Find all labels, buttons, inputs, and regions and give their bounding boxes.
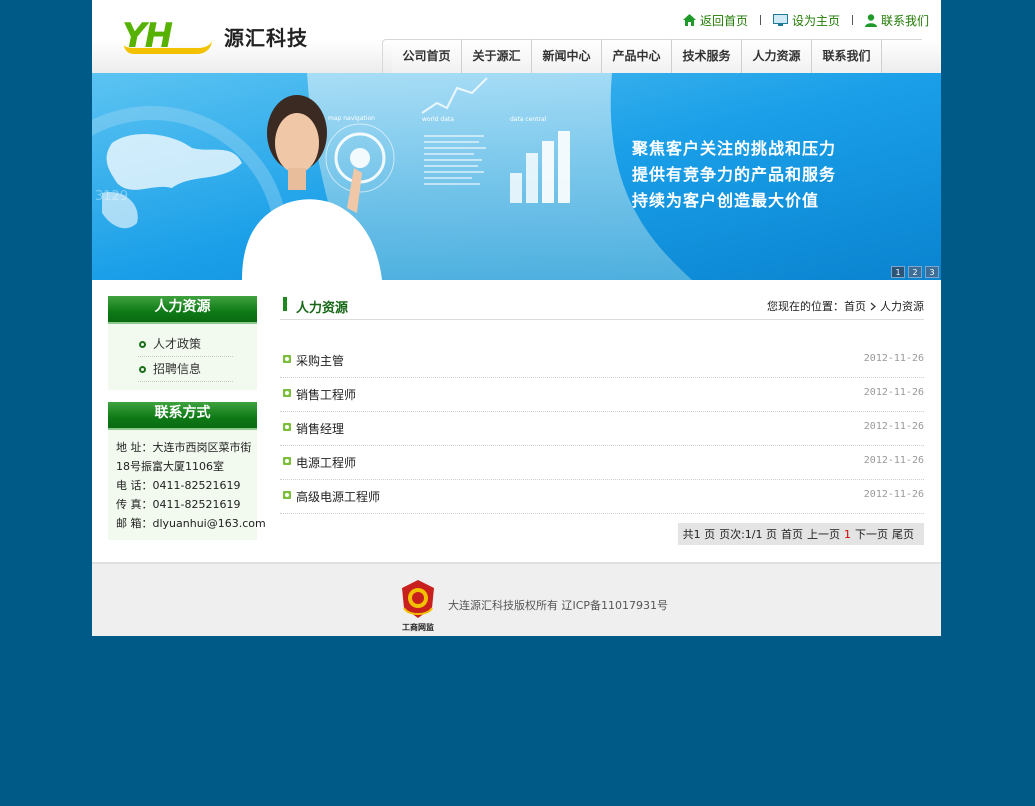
bullet-icon: [283, 355, 291, 363]
breadcrumb-home[interactable]: 首页: [844, 298, 866, 314]
nav-edge: [882, 39, 922, 73]
set-homepage-link[interactable]: 设为主页: [772, 12, 840, 29]
page-container: YH 源汇科技 返回首页 设为主页 联系我们 公司首页 关于源汇 新闻中心 产品…: [92, 0, 941, 636]
contact-address: 地 址：大连市西岗区菜市街: [116, 441, 252, 454]
nav-item-contact[interactable]: 联系我们: [812, 39, 882, 73]
list-item[interactable]: 采购主管 2012-11-26: [280, 344, 924, 378]
contact-phone: 电 话：0411-82521619: [116, 479, 241, 492]
badge-label: 工商网监: [402, 623, 434, 632]
bullet-icon: [139, 366, 146, 373]
user-icon: [864, 13, 877, 27]
list-item[interactable]: 销售工程师 2012-11-26: [280, 378, 924, 412]
sidebar-item-talent-policy[interactable]: 人才政策: [138, 332, 233, 357]
bullet-icon: [283, 423, 291, 431]
list-item-date: 2012-11-26: [863, 455, 924, 466]
breadcrumb-current: 人力资源: [880, 300, 924, 313]
pagination: 共1 页 页次:1/1 页 首页 上一页 1 下一页 尾页: [678, 523, 924, 545]
pager-next-link[interactable]: 下一页: [855, 526, 888, 542]
emblem-icon: [402, 580, 434, 618]
pager-pages: 页次:1/1 页: [719, 528, 777, 541]
list-item-date: 2012-11-26: [863, 489, 924, 500]
list-item[interactable]: 电源工程师 2012-11-26: [280, 446, 924, 480]
banner-slogan: 聚焦客户关注的挑战和压力: [632, 139, 837, 158]
bullet-icon: [283, 389, 291, 397]
list-item-title: 采购主管: [296, 354, 345, 368]
main-content: 人力资源 您现在的位置： 首页 人力资源 采购主管 2012-11-26 销售工…: [280, 296, 924, 545]
business-monitor-badge[interactable]: 工商网监: [398, 578, 438, 634]
list-item-title: 高级电源工程师: [296, 490, 381, 504]
banner-world-label: world data: [422, 116, 454, 123]
chevron-right-icon: [870, 302, 876, 310]
banner-slogan: 持续为客户创造最大价值: [632, 191, 820, 210]
nav-item-news[interactable]: 新闻中心: [532, 39, 602, 73]
pager-current-page: 1: [844, 527, 851, 541]
nav-item-about[interactable]: 关于源汇: [462, 39, 532, 73]
top-links: 返回首页 设为主页 联系我们: [682, 12, 929, 29]
list-item-date: 2012-11-26: [863, 387, 924, 398]
banner-pagination: 1 2 3: [888, 266, 939, 278]
nav-edge: [382, 39, 392, 73]
banner-slogan: 提供有竞争力的产品和服务: [632, 165, 837, 184]
logo[interactable]: YH 源汇科技: [122, 16, 312, 56]
bullet-icon: [283, 491, 291, 499]
nav-item-products[interactable]: 产品中心: [602, 39, 672, 73]
banner-dot-3[interactable]: 3: [925, 266, 939, 278]
title-marker: [283, 297, 287, 311]
banner-dot-2[interactable]: 2: [908, 266, 922, 278]
list-item-title: 销售经理: [296, 422, 345, 436]
monitor-icon: [772, 14, 788, 26]
set-homepage-label: 设为主页: [791, 13, 840, 28]
sidebar-contact-title: 联系方式: [108, 402, 257, 430]
sidebar-item-label: 招聘信息: [153, 362, 202, 376]
banner-map-label: map navigation: [328, 115, 375, 122]
top-link-divider: [851, 15, 853, 25]
sidebar-item-recruitment[interactable]: 招聘信息: [138, 357, 233, 382]
bullet-icon: [283, 457, 291, 465]
logo-letters: YH: [122, 16, 173, 56]
logo-name: 源汇科技: [224, 26, 308, 50]
list-item-title: 电源工程师: [296, 456, 357, 470]
sidebar-hr-links: 人才政策 招聘信息: [108, 324, 257, 390]
nav-item-services[interactable]: 技术服务: [672, 39, 742, 73]
nav-item-hr[interactable]: 人力资源: [742, 39, 812, 73]
main-header: 人力资源 您现在的位置： 首页 人力资源: [280, 296, 924, 320]
bullet-icon: [139, 341, 146, 348]
page-title: 人力资源: [296, 301, 349, 316]
banner-dot-1[interactable]: 1: [891, 266, 905, 278]
sidebar: 人力资源 人才政策 招聘信息 联系方式 地 址：大连市西岗区菜市街 18号振富大…: [108, 296, 266, 540]
list-item-date: 2012-11-26: [863, 353, 924, 364]
contact-link-label: 联系我们: [880, 13, 929, 28]
pager-prev-link[interactable]: 上一页: [807, 526, 840, 542]
pager-first-link[interactable]: 首页: [781, 526, 803, 542]
banner-central-label: data central: [510, 116, 547, 123]
list-item-date: 2012-11-26: [863, 421, 924, 432]
list-item[interactable]: 销售经理 2012-11-26: [280, 412, 924, 446]
footer: 工商网监 大连源汇科技版权所有 辽ICP备11017931号: [92, 562, 941, 636]
breadcrumb: 您现在的位置： 首页 人力资源: [767, 298, 924, 314]
pager-total: 共1 页: [682, 528, 716, 541]
header: YH 源汇科技 返回首页 设为主页 联系我们 公司首页 关于源汇 新闻中心 产品…: [92, 0, 941, 73]
home-icon: [682, 14, 696, 26]
home-link-label: 返回首页: [699, 13, 748, 28]
contact-fax: 传 真：0411-82521619: [116, 498, 241, 511]
copyright-text: 大连源汇科技版权所有 辽ICP备11017931号: [448, 599, 669, 612]
job-list: 采购主管 2012-11-26 销售工程师 2012-11-26 销售经理 20…: [280, 344, 924, 514]
sidebar-hr-title: 人力资源: [108, 296, 257, 324]
hero-banner[interactable]: 3129 map navigation world data data cent…: [92, 73, 941, 280]
banner-counter-label: 3129: [95, 189, 128, 204]
sidebar-item-label: 人才政策: [153, 337, 202, 351]
list-item[interactable]: 高级电源工程师 2012-11-26: [280, 480, 924, 514]
pager-last-link[interactable]: 尾页: [892, 526, 914, 542]
nav-item-home[interactable]: 公司首页: [392, 39, 462, 73]
main-nav: 公司首页 关于源汇 新闻中心 产品中心 技术服务 人力资源 联系我们: [382, 39, 922, 73]
contact-address-line2: 18号振富大厦1106室: [116, 460, 224, 473]
home-link[interactable]: 返回首页: [682, 12, 748, 29]
contact-link[interactable]: 联系我们: [864, 12, 929, 29]
contact-info: 地 址：大连市西岗区菜市街 18号振富大厦1106室 电 话：0411-8252…: [108, 430, 266, 540]
breadcrumb-prefix: 您现在的位置：: [767, 300, 844, 313]
contact-email: 邮 箱：dlyuanhui@163.com: [116, 517, 266, 530]
list-item-title: 销售工程师: [296, 388, 357, 402]
top-link-divider: [759, 15, 761, 25]
